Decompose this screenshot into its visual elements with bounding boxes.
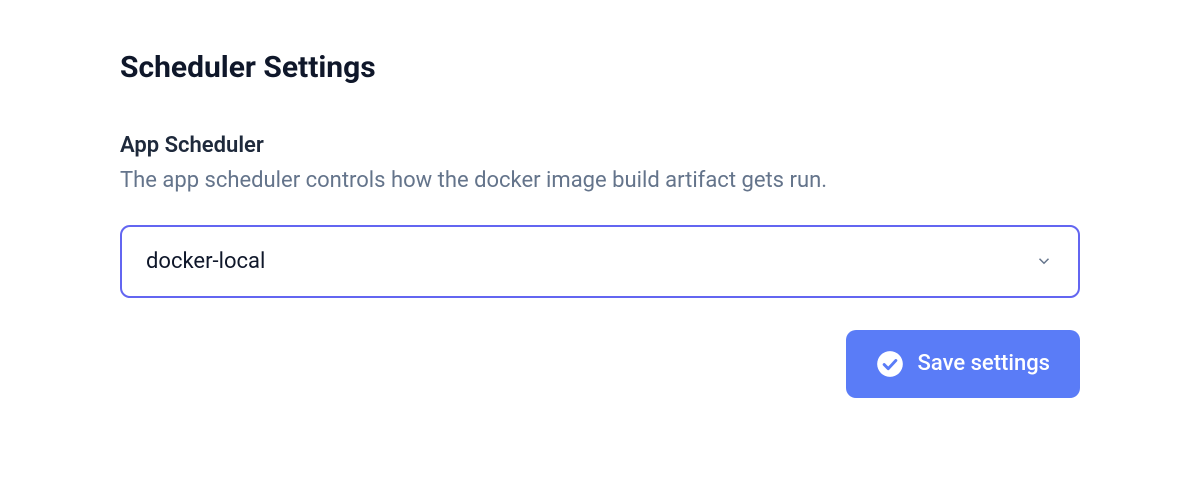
section-description: The app scheduler controls how the docke… <box>120 166 1080 197</box>
scheduler-select-value: docker-local <box>146 249 265 274</box>
save-button-label: Save settings <box>918 351 1050 376</box>
actions-row: Save settings <box>120 330 1080 398</box>
scheduler-select[interactable]: docker-local <box>120 225 1080 298</box>
check-circle-icon <box>876 350 904 378</box>
section-label: App Scheduler <box>120 133 1080 158</box>
chevron-down-icon <box>1034 251 1054 271</box>
scheduler-select-wrapper: docker-local <box>120 225 1080 298</box>
save-settings-button[interactable]: Save settings <box>846 330 1080 398</box>
scheduler-section: App Scheduler The app scheduler controls… <box>120 133 1080 398</box>
page-title: Scheduler Settings <box>120 50 1080 85</box>
